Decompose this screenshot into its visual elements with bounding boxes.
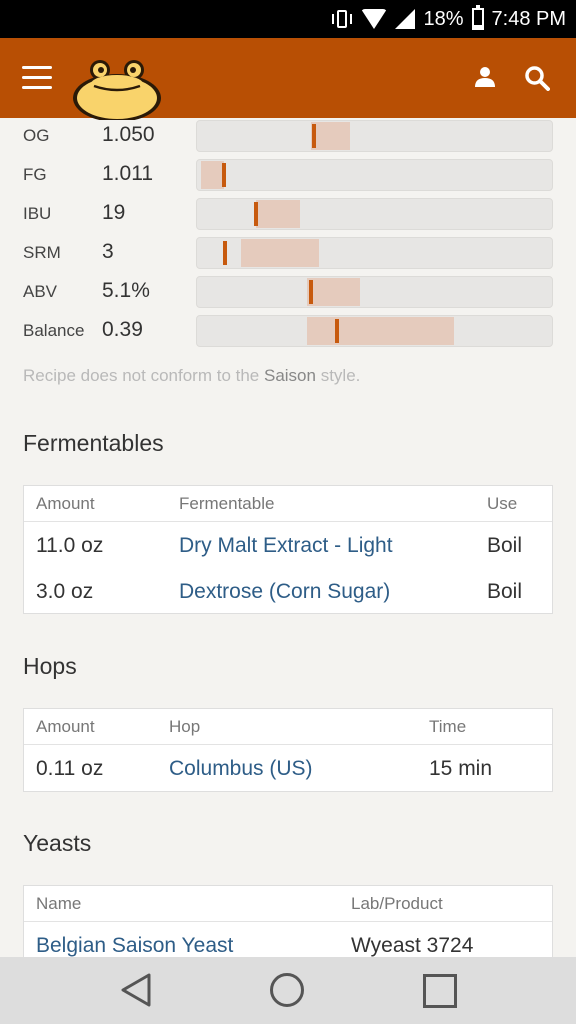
style-range: [241, 239, 320, 267]
hop-link[interactable]: Columbus (US): [169, 757, 313, 781]
table-row: 3.0 oz Dextrose (Corn Sugar) Boil: [24, 568, 552, 614]
conformance-prefix: Recipe does not conform to the: [23, 366, 264, 385]
stat-value: 1.011: [102, 162, 153, 185]
stat-label: OG: [23, 126, 50, 145]
stat-range-bar: [196, 276, 553, 308]
stat-value: 3: [102, 240, 114, 263]
status-icons: 18% 7:48 PM: [331, 0, 566, 38]
battery-icon: [471, 5, 484, 30]
user-icon[interactable]: [474, 66, 496, 88]
amount-cell: 0.11 oz: [36, 757, 104, 780]
style-range: [200, 161, 224, 189]
battery-percent: 18%: [423, 7, 464, 30]
style-conformance-note: Recipe does not conform to the Saison st…: [23, 366, 360, 386]
home-circle-icon[interactable]: [270, 973, 304, 1007]
stat-marker: [308, 280, 313, 304]
stat-value: 19: [102, 201, 126, 224]
column-header: Name: [36, 894, 82, 913]
stat-range-bar: [196, 315, 553, 347]
stat-marker: [253, 202, 258, 226]
style-name[interactable]: Saison: [264, 366, 316, 385]
stat-marker: [221, 163, 226, 187]
table-row: 11.0 oz Dry Malt Extract - Light Boil: [24, 522, 552, 568]
stat-row-abv: ABV 5.1%: [0, 276, 576, 308]
stat-marker: [335, 319, 340, 343]
vibrate-icon: [331, 8, 353, 30]
stat-label: Balance: [23, 321, 85, 340]
column-header: Time: [429, 717, 467, 736]
stat-row-og: OG 1.050: [0, 120, 576, 152]
system-nav-bar: [0, 957, 576, 1024]
stat-range-bar: [196, 120, 553, 152]
recents-square-icon[interactable]: [423, 974, 457, 1008]
style-range: [307, 278, 361, 306]
amount-cell: 3.0 oz: [36, 580, 94, 603]
yeast-link[interactable]: Belgian Saison Yeast: [36, 934, 233, 958]
column-header: Fermentable: [179, 494, 275, 513]
stat-value: 0.39: [102, 318, 143, 341]
stat-row-srm: SRM 3: [0, 237, 576, 269]
table-header: Amount Fermentable Use: [24, 486, 552, 522]
stat-range-bar: [196, 159, 553, 191]
stat-label: FG: [23, 165, 47, 184]
stat-marker: [222, 241, 227, 265]
app-header: [0, 38, 576, 120]
lab-cell: Wyeast 3724: [351, 934, 474, 957]
hops-heading: Hops: [23, 653, 77, 679]
fermentable-link[interactable]: Dry Malt Extract - Light: [179, 534, 393, 558]
use-cell: Boil: [487, 580, 523, 603]
style-range: [310, 122, 350, 150]
status-bar: 18% 7:48 PM: [0, 0, 576, 38]
clock: 7:48 PM: [491, 7, 566, 30]
time-cell: 15 min: [429, 757, 493, 780]
fermentables-heading: Fermentables: [23, 430, 164, 456]
table-header: Amount Hop Time: [24, 709, 552, 745]
stat-row-fg: FG 1.011: [0, 159, 576, 191]
stat-marker: [312, 124, 317, 148]
search-icon[interactable]: [524, 65, 550, 91]
stat-label: SRM: [23, 243, 61, 262]
toad-logo[interactable]: [70, 56, 164, 120]
signal-icon: [395, 9, 416, 29]
conformance-suffix: style.: [315, 366, 361, 385]
amount-cell: 11.0 oz: [36, 534, 104, 557]
column-header: Use: [487, 494, 518, 513]
use-cell: Boil: [487, 534, 523, 557]
stat-label: ABV: [23, 282, 58, 301]
fermentables-table: Amount Fermentable Use 11.0 oz Dry Malt …: [23, 485, 553, 614]
hops-table: Amount Hop Time 0.11 oz Columbus (US) 15…: [23, 708, 553, 792]
hamburger-menu-icon[interactable]: [22, 66, 52, 90]
fermentable-link[interactable]: Dextrose (Corn Sugar): [179, 580, 390, 604]
stat-range-bar: [196, 237, 553, 269]
column-header: Amount: [36, 494, 95, 513]
table-header: Name Lab/Product: [24, 886, 552, 922]
stat-range-bar: [196, 198, 553, 230]
stat-value: 1.050: [102, 123, 155, 146]
stat-label: IBU: [23, 204, 52, 223]
wifi-icon: [361, 9, 388, 29]
column-header: Lab/Product: [351, 894, 443, 913]
yeasts-heading: Yeasts: [23, 830, 92, 856]
style-range: [255, 200, 300, 228]
stat-row-balance: Balance 0.39: [0, 315, 576, 347]
back-triangle-icon[interactable]: [120, 973, 152, 1007]
table-row: 0.11 oz Columbus (US) 15 min: [24, 745, 552, 791]
stat-row-ibu: IBU 19: [0, 198, 576, 230]
column-header: Amount: [36, 717, 95, 736]
column-header: Hop: [169, 717, 201, 736]
style-range: [307, 317, 455, 345]
stat-value: 5.1%: [102, 279, 150, 302]
